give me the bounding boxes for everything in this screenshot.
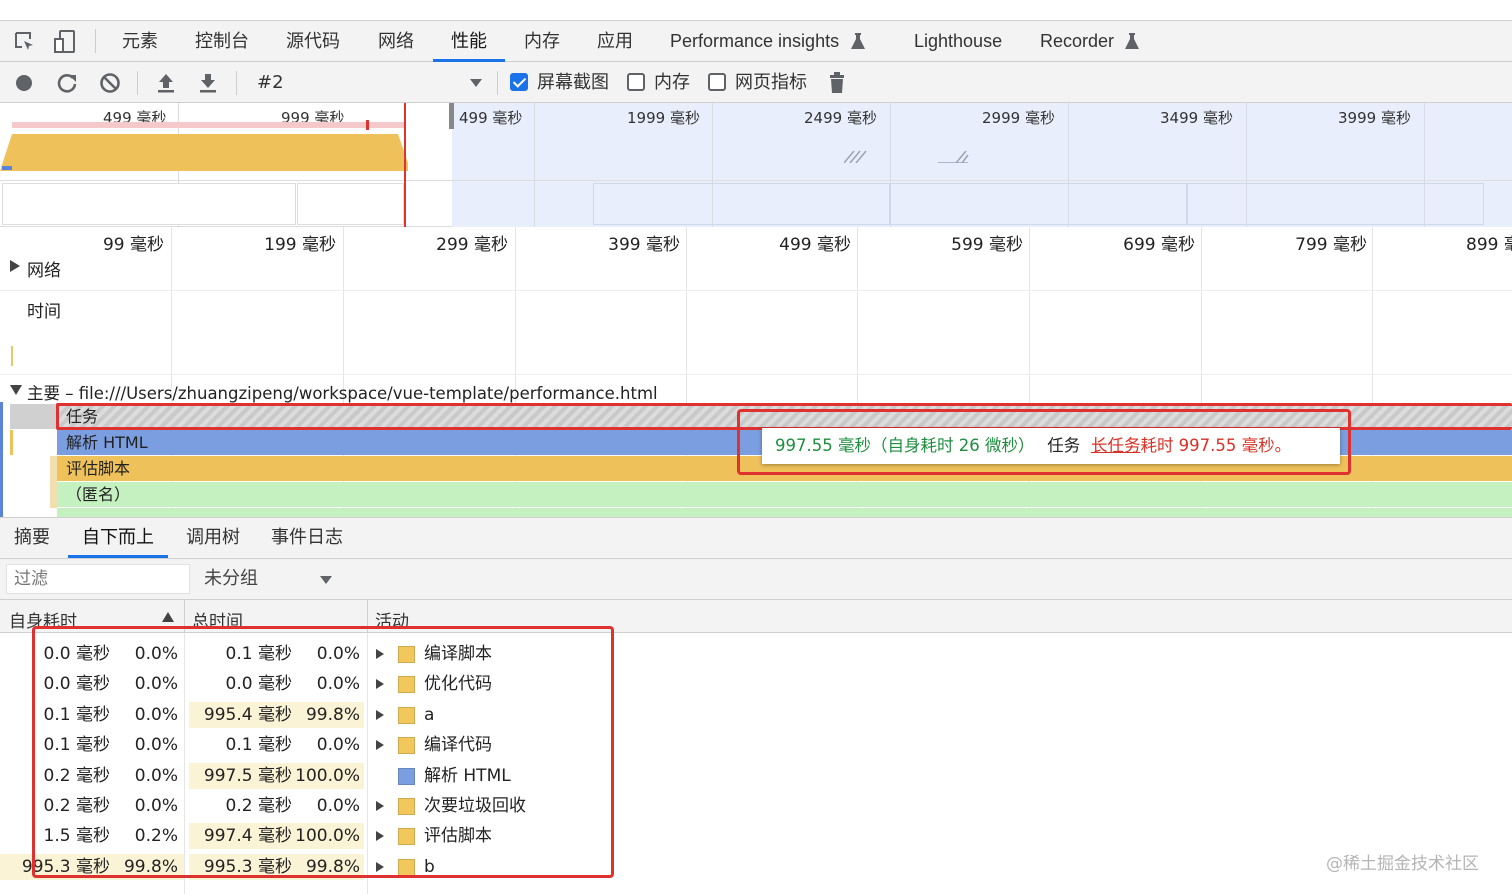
ruler-tick: 399 毫秒 xyxy=(608,235,680,255)
flame-gutter xyxy=(10,404,57,429)
overview-blue-marker xyxy=(2,166,12,170)
overview-left-handle[interactable] xyxy=(449,103,454,129)
tab-application[interactable]: 应用 xyxy=(597,21,633,62)
filter-input[interactable] xyxy=(6,564,190,594)
devtools-tab-bar: 元素 控制台 源代码 网络 性能 内存 应用 Performance insig… xyxy=(0,20,1512,62)
tab-memory[interactable]: 内存 xyxy=(524,21,560,62)
screenshot-frame xyxy=(297,183,404,225)
ruler-tick: 299 毫秒 xyxy=(436,235,508,255)
web-vitals-checkbox[interactable] xyxy=(708,73,726,91)
flame-anonymous-label: （匿名） xyxy=(66,485,131,504)
sort-ascending-icon[interactable] xyxy=(160,609,176,625)
tab-performance[interactable]: 性能 xyxy=(433,21,505,62)
inspect-element-icon[interactable] xyxy=(12,30,38,54)
track-separator xyxy=(0,290,1512,291)
tab-call-tree[interactable]: 调用树 xyxy=(186,518,240,558)
chevron-down-icon[interactable] xyxy=(318,573,334,587)
main-track-left-bar xyxy=(0,402,3,517)
tab-elements[interactable]: 元素 xyxy=(122,21,158,62)
web-vitals-label: 网页指标 xyxy=(735,72,807,93)
overview-hatch-mark xyxy=(844,150,867,163)
ruler-tick: 599 毫秒 xyxy=(951,235,1023,255)
download-icon[interactable] xyxy=(196,70,220,96)
trash-icon[interactable] xyxy=(826,70,848,96)
overview-tick: 2499 毫秒 xyxy=(804,109,877,127)
screenshots-checkbox[interactable] xyxy=(510,73,528,91)
upload-icon[interactable] xyxy=(154,70,178,96)
memory-label: 内存 xyxy=(654,72,690,93)
highlight-box-tooltip xyxy=(737,409,1351,475)
tab-summary[interactable]: 摘要 xyxy=(14,518,50,558)
screenshots-label: 屏幕截图 xyxy=(537,72,609,93)
ruler-tick: 899 毫 xyxy=(1466,235,1512,255)
screenshot-frame xyxy=(593,183,890,225)
timings-marker xyxy=(11,346,13,366)
overview-long-task-strip xyxy=(12,122,404,128)
memory-checkbox[interactable] xyxy=(627,73,645,91)
filter-bar: 未分组 xyxy=(0,559,1512,600)
device-toolbar-icon[interactable] xyxy=(52,30,78,54)
ruler-tick: 499 毫秒 xyxy=(779,235,851,255)
ruler-tick: 799 毫秒 xyxy=(1295,235,1367,255)
record-icon[interactable] xyxy=(12,71,36,95)
tab-sources[interactable]: 源代码 xyxy=(286,21,340,62)
screenshot-frame xyxy=(890,183,1187,225)
overview-tick: 3999 毫秒 xyxy=(1338,109,1411,127)
bottom-tab-bar: 摘要 自下而上 调用树 事件日志 xyxy=(0,517,1512,559)
tab-event-log[interactable]: 事件日志 xyxy=(271,518,343,558)
tab-recorder[interactable]: Recorder xyxy=(1040,21,1114,62)
flame-parse-html-label: 解析 HTML xyxy=(66,433,148,452)
overview-tick: 1999 毫秒 xyxy=(627,109,700,127)
overview-tick: 499 毫秒 xyxy=(459,109,523,127)
chevron-down-icon[interactable] xyxy=(468,76,484,90)
clear-icon[interactable] xyxy=(97,70,123,96)
track-separator xyxy=(0,374,1512,375)
ruler-tick: 99 毫秒 xyxy=(102,235,164,255)
experiment-flask-icon xyxy=(1124,32,1140,50)
network-track-label[interactable]: 网络 xyxy=(27,256,61,281)
overview-cpu-chart xyxy=(0,134,408,171)
ruler-tick: 699 毫秒 xyxy=(1123,235,1195,255)
flame-gutter xyxy=(10,430,13,455)
ruler-tick: 199 毫秒 xyxy=(264,235,336,255)
screenshot-frame xyxy=(1187,183,1484,225)
highlight-box-table xyxy=(32,626,614,878)
tab-console[interactable]: 控制台 xyxy=(195,21,249,62)
tab-bottom-up[interactable]: 自下而上 xyxy=(68,518,168,558)
flame-anonymous[interactable]: （匿名） xyxy=(57,482,1512,507)
screenshot-frame xyxy=(2,183,296,225)
collapse-arrow-icon[interactable] xyxy=(8,383,24,397)
flame-evaluate-script-label: 评估脚本 xyxy=(66,459,131,478)
expand-arrow-icon[interactable] xyxy=(8,258,22,274)
tab-network[interactable]: 网络 xyxy=(378,21,414,62)
flame-green-strip xyxy=(57,508,1512,517)
time-ruler: 99 毫秒 199 毫秒 299 毫秒 399 毫秒 499 毫秒 599 毫秒… xyxy=(0,227,1512,255)
overview-tick: 2999 毫秒 xyxy=(982,109,1055,127)
main-track-label[interactable]: 主要 – file:///Users/zhuangzipeng/workspac… xyxy=(27,380,658,404)
overview-red-marker xyxy=(366,120,369,130)
overview-hatch-mark xyxy=(938,150,969,163)
timings-track-label: 时间 xyxy=(27,302,61,322)
reload-icon[interactable] xyxy=(54,70,80,96)
profile-select[interactable]: #2 xyxy=(257,62,284,103)
experiment-flask-icon xyxy=(850,32,866,50)
watermark: @稀土掘金技术社区 xyxy=(1326,854,1479,874)
overview-tick: 3499 毫秒 xyxy=(1160,109,1233,127)
performance-toolbar: #2 屏幕截图 内存 网页指标 xyxy=(0,62,1512,103)
tab-performance-insights[interactable]: Performance insights xyxy=(670,21,839,62)
grouping-select[interactable]: 未分组 xyxy=(204,559,258,599)
tab-lighthouse[interactable]: Lighthouse xyxy=(914,21,1002,62)
window-top-strip xyxy=(0,0,1512,20)
timeline-overview[interactable]: 499 毫秒 999 毫秒 499 毫秒 1999 毫秒 2499 毫秒 299… xyxy=(0,103,1512,227)
overview-playhead xyxy=(404,103,406,227)
flame-gutter xyxy=(50,456,57,508)
